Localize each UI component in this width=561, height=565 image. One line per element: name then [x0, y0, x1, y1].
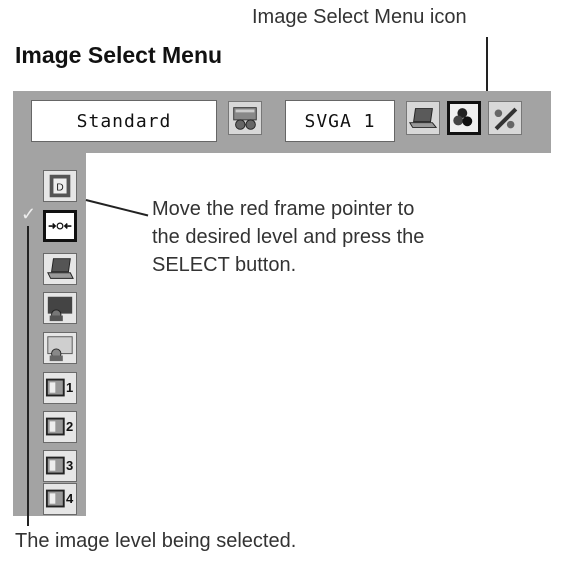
- menu-icon-callout: Image Select Menu icon: [252, 6, 467, 28]
- level-blackboard-icon[interactable]: [43, 332, 77, 364]
- input-signal-box[interactable]: SVGA 1: [285, 100, 395, 142]
- level-image-3-icon[interactable]: 3: [43, 450, 77, 482]
- level-real-icon[interactable]: [43, 253, 77, 285]
- level-image-2-icon[interactable]: 2: [43, 411, 77, 443]
- level-selected-leader-line: [27, 226, 29, 526]
- level-image-4-icon[interactable]: 4: [43, 483, 77, 515]
- instruction-callout: Move the red frame pointer to the desire…: [152, 195, 532, 279]
- level-image-1-label: 1: [66, 380, 74, 395]
- image-mode-box[interactable]: Standard: [31, 100, 217, 142]
- svg-text:D: D: [56, 183, 63, 194]
- instruction-line-1: Move the red frame pointer to: [152, 198, 415, 220]
- laptop-icon[interactable]: [406, 101, 440, 135]
- level-dynamic-icon[interactable]: D: [43, 170, 77, 202]
- current-level-check-icon: ✓: [21, 204, 37, 224]
- projector-settings-icon[interactable]: [228, 101, 262, 135]
- level-image-4-label: 4: [66, 491, 74, 506]
- instruction-leader-line: [85, 199, 149, 216]
- level-standard-icon[interactable]: [43, 210, 77, 242]
- top-menu-bar: Standard SVGA 1: [13, 91, 551, 153]
- level-selected-callout: The image level being selected.: [15, 530, 297, 552]
- section-title: Image Select Menu: [15, 42, 223, 68]
- instruction-line-2: the desired level and press the: [152, 226, 425, 248]
- image-select-icon[interactable]: [447, 101, 481, 135]
- level-image-2-label: 2: [66, 419, 74, 434]
- level-image-3-label: 3: [66, 458, 74, 473]
- pen-icon[interactable]: [488, 101, 522, 135]
- level-image-1-icon[interactable]: 1: [43, 372, 77, 404]
- level-cinema-icon[interactable]: [43, 292, 77, 324]
- instruction-line-3: SELECT button.: [152, 254, 297, 276]
